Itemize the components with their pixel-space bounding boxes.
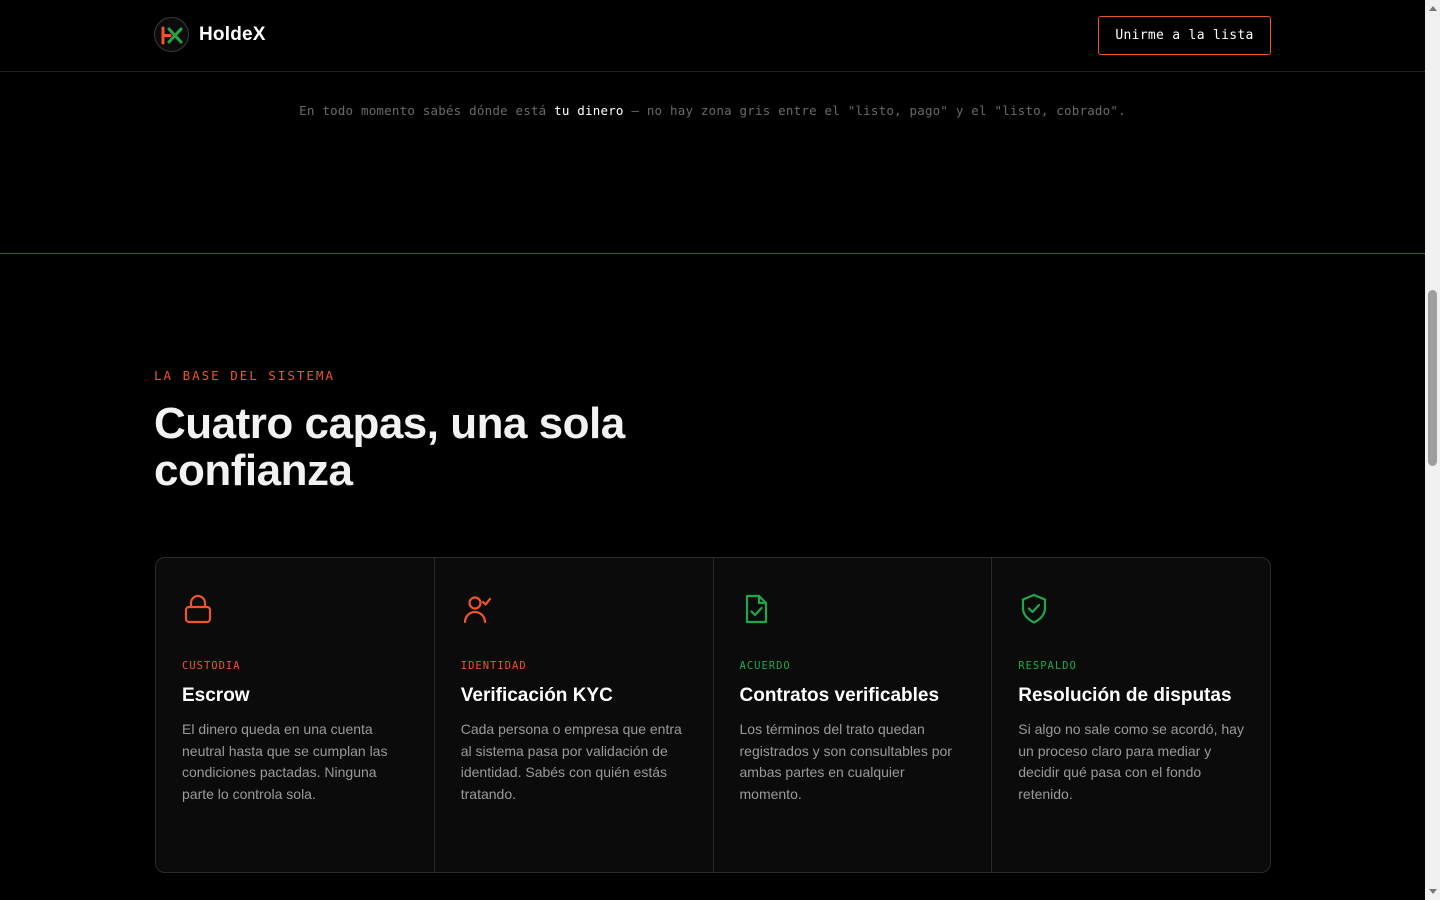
scroll-down-arrow-icon[interactable] <box>1429 889 1437 894</box>
holdex-logo-icon <box>154 17 189 52</box>
section-divider <box>0 253 1425 254</box>
feature-tag: IDENTIDAD <box>460 660 527 672</box>
feature-description: El dinero queda en una cuenta neutral ha… <box>182 721 388 803</box>
feature-tag: CUSTODIA <box>182 660 241 672</box>
section-title: Cuatro capas, una sola confianza <box>154 400 854 494</box>
feature-title: Resolución de disputas <box>1018 685 1232 706</box>
tagline: En todo momento sabés dónde está tu dine… <box>0 103 1425 118</box>
shield-check-icon <box>1017 592 1051 626</box>
feature-title: Verificación KYC <box>460 685 613 706</box>
scrollbar-thumb[interactable] <box>1428 290 1437 466</box>
section-title-line-2: confianza <box>154 446 353 495</box>
lock-icon <box>181 592 215 626</box>
feature-title: Contratos verificables <box>739 685 940 706</box>
feature-card-disputes: RESPALDO Resolución de disputas Si algo … <box>992 558 1270 872</box>
section-eyebrow: LA BASE DEL SISTEMA <box>154 368 335 383</box>
feature-card-kyc: IDENTIDAD Verificación KYC Cada persona … <box>435 558 714 872</box>
tagline-highlight: tu dinero <box>554 103 624 118</box>
feature-card-escrow: CUSTODIA Escrow El dinero queda en una c… <box>156 558 435 872</box>
feature-description: Los términos del trato quedan registrado… <box>739 721 952 803</box>
tagline-text-after: — no hay zona gris entre el "listo, pago… <box>623 103 1126 118</box>
section-title-line-1: Cuatro capas, una sola <box>154 399 625 448</box>
brand-name: HoldeX <box>199 23 266 45</box>
feature-tag: RESPALDO <box>1018 660 1077 672</box>
feature-card-contracts: ACUERDO Contratos verificables Los térmi… <box>714 558 993 872</box>
document-check-icon <box>739 592 773 626</box>
feature-title: Escrow <box>182 685 250 706</box>
tagline-text-before: En todo momento sabés dónde está <box>299 103 555 118</box>
join-waitlist-button[interactable]: Unirme a la lista <box>1098 16 1271 55</box>
feature-tag: ACUERDO <box>739 660 791 672</box>
user-check-icon <box>460 592 494 626</box>
brand[interactable]: HoldeX <box>154 17 266 52</box>
scroll-up-arrow-icon[interactable] <box>1429 6 1437 11</box>
features-grid: CUSTODIA Escrow El dinero queda en una c… <box>155 557 1271 873</box>
top-navigation-bar: HoldeX Unirme a la lista <box>0 0 1425 72</box>
feature-description: Cada persona o empresa que entra al sist… <box>460 721 682 803</box>
page-scrollbar[interactable] <box>1425 0 1440 900</box>
feature-description: Si algo no sale como se acordó, hay un p… <box>1018 721 1244 803</box>
